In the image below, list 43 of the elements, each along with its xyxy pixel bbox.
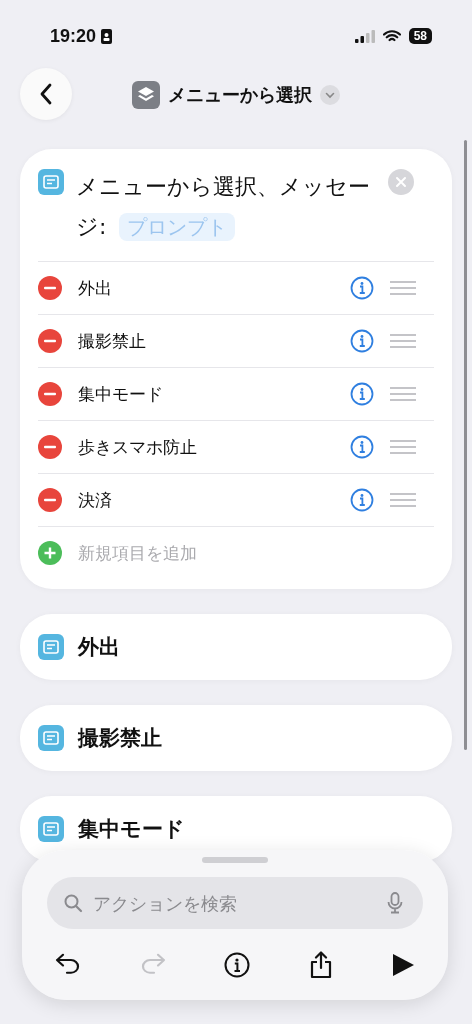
info-icon[interactable] [224,952,250,978]
case-card[interactable]: 外出 [20,614,452,680]
action-title: メニューから選択、メッセージ: プロンプト [76,173,371,243]
play-icon[interactable] [391,953,415,977]
add-icon[interactable] [38,541,62,565]
case-card[interactable]: 撮影禁止 [20,705,452,771]
case-label: 集中モード [78,816,185,843]
remove-icon[interactable] [38,435,62,459]
case-label: 撮影禁止 [78,725,162,752]
layers-icon [132,81,160,109]
menu-action-icon [38,634,64,660]
menu-item-label[interactable]: 集中モード [78,382,334,406]
search-field[interactable]: アクションを検索 [47,877,423,929]
remove-icon[interactable] [38,329,62,353]
wifi-icon [382,29,401,43]
status-time: 19:20 [50,25,97,47]
remove-icon[interactable] [38,276,62,300]
id-card-icon [101,28,113,44]
undo-icon[interactable] [55,953,81,977]
share-icon[interactable] [308,951,333,979]
chevron-down-icon[interactable] [320,85,340,105]
drag-handle-icon[interactable] [390,493,416,507]
menu-action-icon [38,816,64,842]
drag-handle-icon[interactable] [390,440,416,454]
drag-handle-icon[interactable] [390,387,416,401]
menu-action-icon [38,725,64,751]
search-icon [63,893,83,913]
menu-item-label[interactable]: 歩きスマホ防止 [78,435,334,459]
menu-item-label[interactable]: 外出 [78,276,334,300]
menu-item-label[interactable]: 決済 [78,488,334,512]
remove-icon[interactable] [38,382,62,406]
drag-handle-icon[interactable] [390,281,416,295]
shortcut-title: メニューから選択 [168,83,312,107]
remove-icon[interactable] [38,488,62,512]
battery-level: 58 [408,28,432,44]
back-button[interactable] [20,68,72,120]
signal-icon [354,29,375,43]
menu-action-icon [38,169,64,195]
microphone-icon[interactable] [387,892,403,914]
drag-handle-icon[interactable] [390,334,416,348]
case-label: 外出 [78,634,120,661]
chevron-left-icon [39,83,53,105]
menu-item-label[interactable]: 撮影禁止 [78,329,334,353]
